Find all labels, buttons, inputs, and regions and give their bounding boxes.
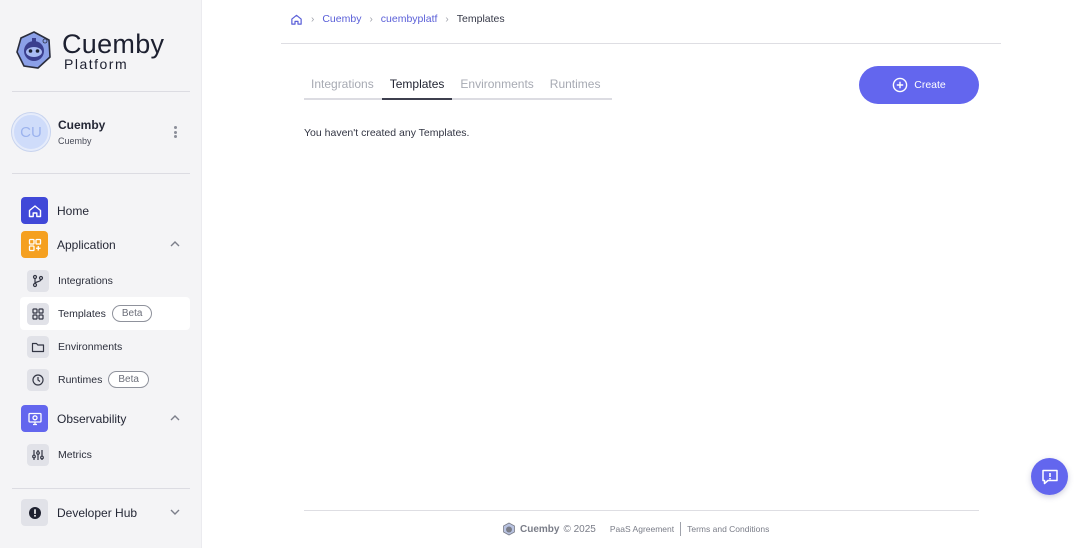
footer-divider (304, 510, 979, 511)
brand-logo[interactable]: Cuemby Platform (14, 29, 165, 72)
brand-title: Cuemby (62, 29, 165, 59)
chevron-right-icon: › (311, 13, 315, 25)
git-branch-icon (27, 269, 49, 292)
folder-icon (27, 335, 49, 358)
footer-separator (680, 522, 682, 536)
sidebar-item-label: Templates (58, 307, 106, 320)
header-divider (281, 43, 1001, 44)
chevron-right-icon: › (445, 13, 449, 25)
sidebar-item-label: Runtimes (58, 373, 103, 386)
sidebar-item-runtimes[interactable]: Runtimes Beta (20, 363, 190, 396)
paas-agreement-link[interactable]: PaaS Agreement (610, 524, 674, 534)
footer-copyright: © 2025 (563, 523, 596, 535)
terms-link[interactable]: Terms and Conditions (687, 524, 769, 534)
grid-icon (27, 302, 49, 325)
monitor-icon (21, 405, 48, 432)
user-profile[interactable]: CU Cuemby Cuemby (12, 113, 190, 153)
create-button[interactable]: Create (859, 66, 979, 104)
sidebar-item-label: Application (57, 237, 116, 252)
chevron-up-icon[interactable] (168, 237, 182, 251)
footer-brand: Cuemby (520, 523, 560, 535)
footer: Cuemby © 2025 PaaS Agreement Terms and C… (502, 520, 769, 538)
sidebar-item-label: Observability (57, 411, 127, 426)
chevron-up-icon[interactable] (168, 411, 182, 425)
sidebar-item-home[interactable]: Home (21, 197, 89, 224)
feedback-icon (1041, 469, 1058, 484)
plus-circle-icon (892, 77, 908, 93)
sidebar: Cuemby Platform CU Cuemby Cuemby Home Ap… (0, 0, 202, 548)
profile-org: Cuemby (58, 136, 92, 146)
brand-subtitle: Platform (64, 56, 129, 72)
profile-name: Cuemby (58, 118, 106, 132)
clock-icon (27, 368, 49, 391)
beta-badge: Beta (111, 305, 153, 322)
sidebar-item-environments[interactable]: Environments (20, 330, 190, 363)
create-button-label: Create (914, 79, 946, 91)
feedback-button[interactable] (1031, 458, 1068, 495)
apps-add-icon (21, 231, 48, 258)
breadcrumb-current: Templates (456, 13, 505, 25)
breadcrumb-link[interactable]: Cuemby (322, 13, 361, 25)
cuemby-logo-icon (16, 31, 51, 69)
chevron-down-icon[interactable] (168, 505, 182, 519)
sliders-icon (27, 443, 49, 466)
sidebar-divider (12, 91, 190, 92)
sidebar-divider (12, 173, 190, 174)
sidebar-item-observability[interactable]: Observability (21, 405, 126, 432)
avatar[interactable]: CU (12, 113, 50, 151)
sidebar-item-metrics[interactable]: Metrics (20, 438, 190, 471)
sidebar-item-label: Integrations (58, 274, 113, 287)
beta-badge: Beta (108, 371, 149, 388)
sidebar-item-label: Environments (58, 340, 123, 353)
sidebar-item-integrations[interactable]: Integrations (20, 264, 190, 297)
tab-bar: Integrations Templates Environments Runt… (304, 70, 612, 100)
sidebar-item-templates[interactable]: Templates Beta (20, 297, 190, 330)
sidebar-item-application[interactable]: Application (21, 231, 116, 258)
cuemby-logo-icon (503, 522, 515, 536)
tab-integrations[interactable]: Integrations (304, 70, 382, 100)
sidebar-divider (12, 488, 190, 489)
profile-menu-icon[interactable] (170, 123, 180, 141)
tab-templates[interactable]: Templates (381, 70, 453, 100)
breadcrumb-link[interactable]: cuembyplatf (381, 13, 438, 25)
chevron-right-icon: › (369, 13, 373, 25)
home-icon[interactable] (290, 13, 303, 26)
alert-circle-icon (21, 499, 48, 526)
empty-state-message: You haven't created any Templates. (304, 127, 470, 139)
sidebar-item-label: Developer Hub (57, 505, 138, 520)
tab-environments[interactable]: Environments (452, 70, 541, 100)
sidebar-item-developer-hub[interactable]: Developer Hub (21, 499, 137, 526)
tab-runtimes[interactable]: Runtimes (542, 70, 609, 100)
sidebar-item-label: Metrics (58, 448, 92, 461)
home-icon (21, 197, 48, 224)
breadcrumb: › Cuemby › cuembyplatf › Templates (290, 12, 505, 26)
sidebar-item-label: Home (57, 203, 90, 218)
